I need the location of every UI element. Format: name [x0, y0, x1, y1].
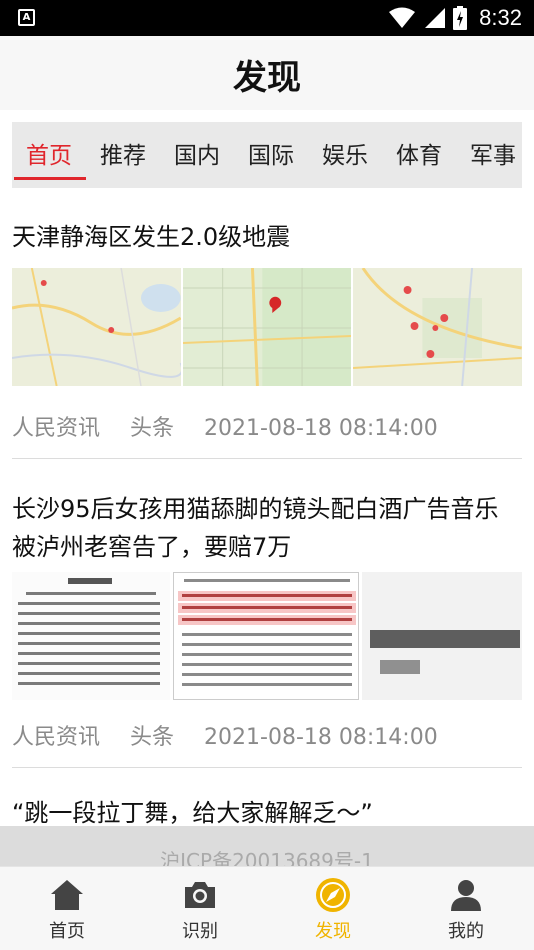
news-time: 2021-08-18 08:14:00 [204, 416, 438, 441]
active-tab-indicator [14, 177, 86, 180]
app-notification-icon: A [18, 9, 35, 26]
news-tag: 头条 [130, 416, 175, 441]
nav-identify[interactable]: 识别 [145, 877, 255, 943]
divider [12, 767, 522, 768]
news-title[interactable]: “跳一段拉丁舞，给大家解解乏～” [12, 798, 522, 826]
tab-international[interactable]: 国际 [248, 136, 294, 170]
divider [12, 458, 522, 459]
news-item[interactable]: 长沙95后女孩用猫舔脚的镜头配白酒广告音乐被泸州老窖告了，要赔7万 [12, 490, 522, 566]
tab-sports[interactable]: 体育 [396, 136, 442, 170]
icp-footer: 沪ICP备20013689号-1 [0, 826, 534, 866]
tab-military[interactable]: 军事 [470, 136, 516, 170]
bottom-nav: 首页 识别 发现 我的 [0, 866, 534, 950]
category-tabs: 首页 推荐 国内 国际 娱乐 体育 军事 [12, 122, 522, 188]
news-source: 人民资讯 [12, 416, 101, 441]
nav-label: 识别 [182, 921, 218, 942]
clock: 8:32 [479, 5, 522, 30]
nav-label: 我的 [448, 921, 484, 942]
status-bar: A 8:32 [0, 0, 534, 36]
news-time: 2021-08-18 08:14:00 [204, 725, 438, 750]
news-thumbnail [12, 572, 170, 700]
news-thumbnail [12, 268, 181, 386]
icp-text: 沪ICP备20013689号-1 [160, 849, 374, 866]
news-meta: 人民资讯 头条 2021-08-18 08:14:00 [12, 410, 468, 442]
battery-icon [453, 6, 468, 30]
news-tag: 头条 [130, 725, 175, 750]
news-thumbnail [353, 268, 523, 386]
compass-icon [316, 878, 350, 912]
news-thumbnail [182, 268, 352, 386]
nav-discover[interactable]: 发现 [278, 877, 388, 943]
tab-home[interactable]: 首页 [26, 136, 72, 170]
news-item[interactable]: 天津静海区发生2.0级地震 [12, 218, 522, 256]
tab-recommend[interactable]: 推荐 [100, 136, 146, 170]
news-image-strip[interactable] [12, 268, 523, 386]
news-image-strip[interactable] [12, 572, 522, 700]
news-thumbnail [362, 572, 522, 700]
nav-profile[interactable]: 我的 [411, 877, 521, 943]
signal-icon [425, 8, 446, 28]
nav-label: 首页 [49, 921, 85, 942]
home-icon [51, 880, 83, 910]
tab-entertainment[interactable]: 娱乐 [322, 136, 368, 170]
news-title[interactable]: 长沙95后女孩用猫舔脚的镜头配白酒广告音乐被泸州老窖告了，要赔7万 [12, 490, 522, 566]
nav-home[interactable]: 首页 [12, 877, 122, 943]
camera-icon [185, 882, 215, 908]
wifi-icon [389, 7, 416, 28]
system-icons: 8:32 [389, 4, 522, 32]
user-icon [451, 880, 481, 911]
news-source: 人民资讯 [12, 725, 101, 750]
news-title[interactable]: 天津静海区发生2.0级地震 [12, 218, 522, 256]
news-thumbnail [173, 572, 359, 700]
page-title: 发现 [233, 58, 301, 98]
tab-domestic[interactable]: 国内 [174, 136, 220, 170]
nav-label: 发现 [315, 921, 351, 942]
page-header: 发现 [0, 36, 534, 110]
news-meta: 人民资讯 头条 2021-08-18 08:14:00 [12, 719, 468, 751]
news-item[interactable]: “跳一段拉丁舞，给大家解解乏～” [12, 798, 522, 826]
